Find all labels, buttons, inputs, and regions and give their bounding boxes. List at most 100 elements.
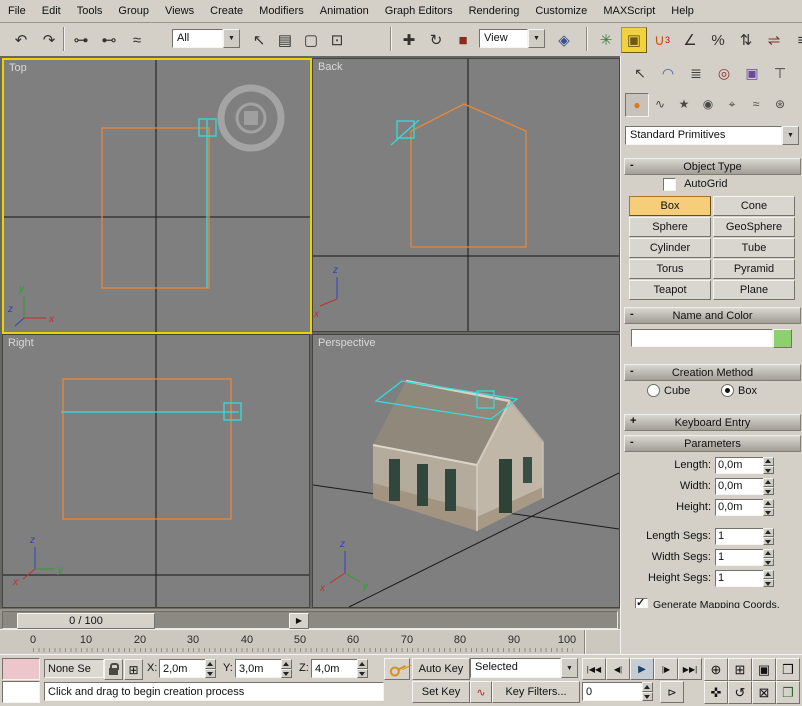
primitive-box-button[interactable]: Box [629, 196, 711, 216]
menu-create[interactable]: Create [202, 1, 251, 22]
display-tab[interactable]: ▣ [740, 61, 764, 85]
redo-icon[interactable]: ↷ [36, 27, 62, 53]
menu-modifiers[interactable]: Modifiers [251, 1, 312, 22]
creation-method-box-radio[interactable]: Box [721, 384, 757, 397]
key-mode-dropdown[interactable]: Selected ▼ [470, 658, 578, 678]
next-frame-button[interactable]: |▶ [654, 658, 678, 680]
rollout-creation-method[interactable]: - Creation Method [624, 364, 801, 381]
keyboard-override-icon[interactable]: ✳ [593, 27, 619, 53]
primitive-tube-button[interactable]: Tube [713, 238, 795, 258]
menu-customize[interactable]: Customize [527, 1, 595, 22]
percent-snap-icon[interactable]: % [705, 27, 731, 53]
menu-rendering[interactable]: Rendering [461, 1, 528, 22]
primitive-teapot-button[interactable]: Teapot [629, 280, 711, 300]
viewport-label[interactable]: Right [8, 337, 34, 349]
height-segs-spinner[interactable] [763, 570, 774, 587]
coord-x-spinner[interactable] [205, 659, 216, 678]
rollout-keyboard-entry[interactable]: + Keyboard Entry [624, 414, 801, 431]
menu-animation[interactable]: Animation [312, 1, 377, 22]
rollout-collapse-icon[interactable]: - [630, 365, 634, 377]
helpers-subtab[interactable]: ⌖ [721, 93, 743, 115]
modify-tab[interactable]: ◠ [656, 61, 680, 85]
rollout-name-color[interactable]: - Name and Color [624, 307, 801, 324]
menu-graph-editors[interactable]: Graph Editors [377, 1, 461, 22]
rollout-collapse-icon[interactable]: - [630, 308, 634, 320]
play-button[interactable]: ▶ [630, 658, 654, 680]
zoom-all-button[interactable]: ⊞ [728, 658, 752, 681]
menu-file[interactable]: File [0, 1, 34, 22]
creation-method-cube-radio[interactable]: Cube [647, 384, 690, 397]
select-and-move-icon[interactable]: ✚ [396, 27, 422, 53]
rollout-expand-icon[interactable]: + [630, 415, 636, 427]
select-and-rotate-icon[interactable]: ↻ [423, 27, 449, 53]
primitive-cylinder-button[interactable]: Cylinder [629, 238, 711, 258]
width-segs-spinner[interactable] [763, 549, 774, 566]
hierarchy-tab[interactable]: ≣ [684, 61, 708, 85]
viewport-perspective[interactable]: Perspective [312, 334, 620, 608]
go-to-end-button[interactable]: ▶▶| [678, 658, 702, 680]
menu-edit[interactable]: Edit [34, 1, 69, 22]
select-and-link-icon[interactable]: ⊶ [68, 27, 94, 53]
length-segs-spinner[interactable] [763, 528, 774, 545]
rollout-object-type[interactable]: - Object Type [624, 158, 801, 175]
create-tab[interactable]: ↖ [628, 61, 652, 85]
category-dropdown[interactable]: Standard Primitives ▼ [625, 126, 799, 145]
default-tangent-button[interactable]: ∿ [470, 681, 492, 703]
width-field[interactable]: 0,0m [715, 478, 767, 495]
chevron-down-icon[interactable]: ▼ [528, 29, 545, 48]
current-frame-spinner[interactable] [642, 682, 653, 701]
autogrid-checkbox[interactable] [663, 178, 676, 191]
region-zoom-button[interactable]: ⊠ [752, 681, 776, 704]
spacewarps-subtab[interactable]: ≈ [745, 93, 767, 115]
viewport-top[interactable]: Top y x z [2, 58, 312, 334]
reference-coordinate-dropdown[interactable]: View ▼ [479, 29, 545, 48]
set-key-button[interactable]: Set Key [412, 681, 470, 703]
next-frame-arrow[interactable]: ▶ [289, 613, 309, 629]
shapes-subtab[interactable]: ∿ [649, 93, 671, 115]
select-and-manipulate-icon[interactable]: ◈ [551, 27, 577, 53]
window-crossing-icon[interactable]: ⊡ [324, 27, 350, 53]
track-bar-ruler[interactable]: 0 10 20 30 40 50 60 70 80 90 100 [0, 629, 620, 656]
pan-button[interactable]: ✜ [704, 681, 728, 704]
menu-group[interactable]: Group [110, 1, 157, 22]
select-by-name-icon[interactable]: ▤ [272, 27, 298, 53]
maxscript-mini-listener-white[interactable] [2, 681, 40, 703]
set-key-mode-button[interactable] [384, 658, 410, 680]
rectangular-selection-region-icon[interactable]: ▢ [298, 27, 324, 53]
primitive-cone-button[interactable]: Cone [713, 196, 795, 216]
height-spinner[interactable] [763, 499, 774, 516]
key-filters-button[interactable]: Key Filters... [492, 681, 580, 703]
previous-frame-button[interactable]: ◀| [606, 658, 630, 680]
primitive-sphere-button[interactable]: Sphere [629, 217, 711, 237]
utilities-tab[interactable]: ⊤ [768, 61, 792, 85]
chevron-down-icon[interactable]: ▼ [223, 29, 240, 48]
arc-rotate-button[interactable]: ↺ [728, 681, 752, 704]
snap-magnet-icon[interactable]: ∪3 [649, 27, 675, 53]
snaps-toggle-icon[interactable]: ▣ [621, 27, 647, 53]
time-slider-track[interactable]: 0 / 100 ▶ [2, 611, 618, 629]
width-segs-field[interactable]: 1 [715, 549, 767, 566]
rollout-collapse-icon[interactable]: - [630, 436, 634, 448]
auto-key-button[interactable]: Auto Key [412, 658, 470, 680]
primitive-pyramid-button[interactable]: Pyramid [713, 259, 795, 279]
height-segs-field[interactable]: 1 [715, 570, 767, 587]
coord-y-field[interactable]: 3,0m [235, 659, 285, 678]
object-color-swatch[interactable] [773, 329, 792, 348]
current-frame-field[interactable]: 0 [582, 682, 646, 701]
chevron-down-icon[interactable]: ▼ [782, 126, 799, 145]
coord-z-field[interactable]: 4,0m [311, 659, 361, 678]
object-name-input[interactable] [631, 329, 773, 347]
select-object-icon[interactable]: ↖ [246, 27, 272, 53]
align-icon[interactable]: ≡ [789, 27, 802, 53]
menu-maxscript[interactable]: MAXScript [595, 1, 663, 22]
unlink-selection-icon[interactable]: ⊷ [96, 27, 122, 53]
viewport-back[interactable]: Back z x [312, 58, 620, 332]
key-mode-toggle-button[interactable]: ⊳ [660, 681, 684, 703]
selection-name-field[interactable]: None Se [44, 659, 104, 678]
viewport-right[interactable]: Right z y x [2, 334, 310, 608]
coord-x-field[interactable]: 2,0m [159, 659, 209, 678]
cameras-subtab[interactable]: ◉ [697, 93, 719, 115]
viewport-label[interactable]: Back [318, 61, 342, 73]
geometry-subtab[interactable]: ● [625, 93, 649, 117]
coord-z-spinner[interactable] [357, 659, 368, 678]
